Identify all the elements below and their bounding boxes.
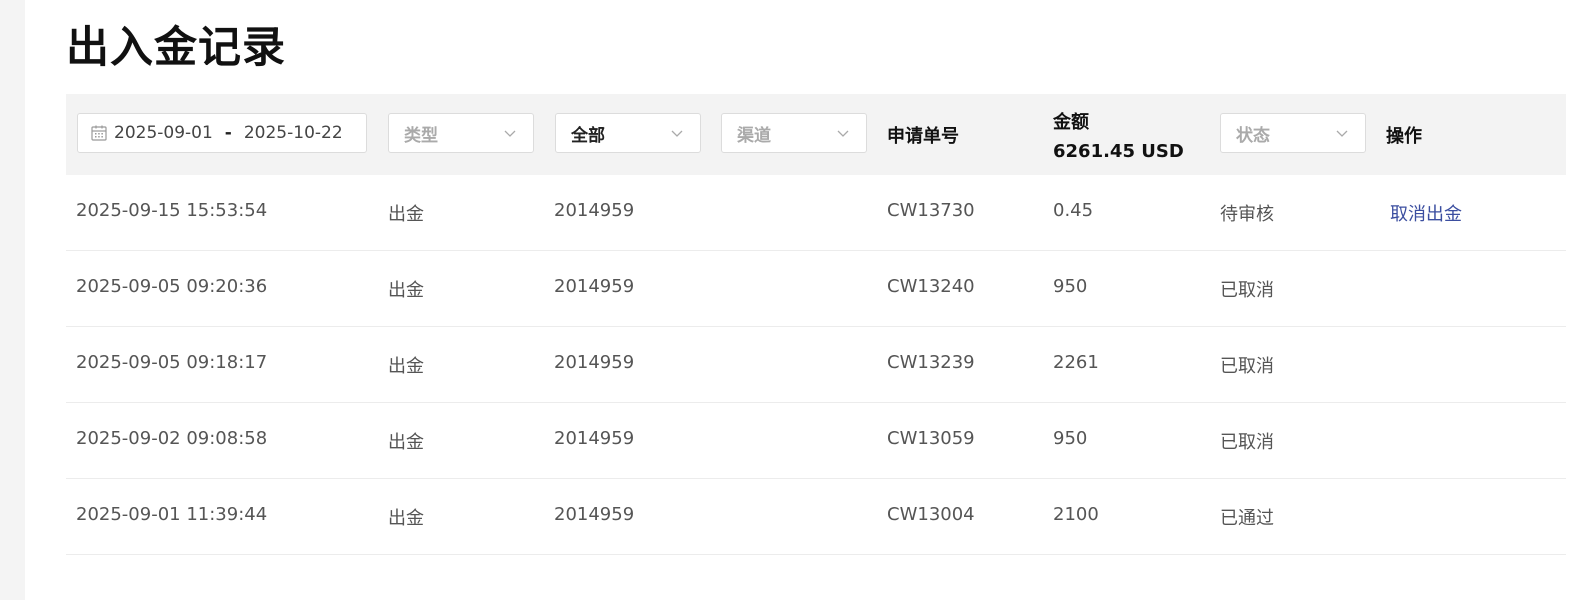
table-row: 2025-09-05 09:18:17 出金 2014959 CW13239 2…	[66, 327, 1566, 403]
cell-amount: 950	[1053, 428, 1088, 449]
amount-total: 6261.45 USD	[1053, 141, 1184, 162]
cell-status: 已通过	[1220, 508, 1274, 529]
type-select[interactable]: 类型	[388, 113, 534, 153]
cell-account: 2014959	[554, 276, 635, 297]
status-select-placeholder: 状态	[1236, 125, 1270, 146]
cell-status: 已取消	[1220, 280, 1274, 301]
status-select[interactable]: 状态	[1220, 113, 1366, 153]
cell-amount: 2261	[1053, 352, 1099, 373]
cell-type: 出金	[388, 432, 424, 453]
cell-order-no: CW13240	[887, 276, 975, 297]
cell-time: 2025-09-05 09:18:17	[76, 352, 268, 373]
cell-type: 出金	[388, 356, 424, 377]
cell-order-no: CW13730	[887, 200, 975, 221]
cell-type: 出金	[388, 508, 424, 529]
account-scope-value: 全部	[571, 125, 605, 146]
cell-type: 出金	[388, 204, 424, 225]
cell-status: 已取消	[1220, 432, 1274, 453]
records-table-body: 2025-09-15 15:53:54 出金 2014959 CW13730 0…	[66, 175, 1566, 555]
column-header-order-no: 申请单号	[887, 126, 959, 147]
channel-select-placeholder: 渠道	[737, 125, 771, 146]
cell-amount: 2100	[1053, 504, 1099, 525]
cell-account: 2014959	[554, 504, 635, 525]
cell-order-no: CW13004	[887, 504, 975, 525]
cell-order-no: CW13239	[887, 352, 975, 373]
date-separator: -	[224, 123, 232, 143]
table-header-filter-bar: 2025-09-01 - 2025-10-22 类型 全部 渠道 申请单号 金额…	[66, 94, 1566, 175]
cell-account: 2014959	[554, 428, 635, 449]
cell-amount: 950	[1053, 276, 1088, 297]
table-row: 2025-09-15 15:53:54 出金 2014959 CW13730 0…	[66, 175, 1566, 251]
amount-header-label: 金额	[1053, 112, 1089, 133]
chevron-down-icon	[1336, 130, 1348, 137]
account-scope-select[interactable]: 全部	[555, 113, 701, 153]
channel-select[interactable]: 渠道	[721, 113, 867, 153]
cell-time: 2025-09-05 09:20:36	[76, 276, 268, 297]
cell-account: 2014959	[554, 352, 635, 373]
cancel-withdrawal-link[interactable]: 取消出金	[1390, 200, 1462, 226]
cell-account: 2014959	[554, 200, 635, 221]
table-row: 2025-09-01 11:39:44 出金 2014959 CW13004 2…	[66, 479, 1566, 555]
chevron-down-icon	[671, 130, 683, 137]
type-select-placeholder: 类型	[404, 125, 438, 146]
table-row: 2025-09-02 09:08:58 出金 2014959 CW13059 9…	[66, 403, 1566, 479]
cell-order-no: CW13059	[887, 428, 975, 449]
column-header-amount: 金额 6261.45 USD	[1053, 108, 1184, 166]
date-end[interactable]: 2025-10-22	[244, 123, 343, 143]
chevron-down-icon	[504, 130, 516, 137]
cell-status: 已取消	[1220, 356, 1274, 377]
left-sidebar-edge	[0, 0, 25, 600]
cell-status: 待审核	[1220, 204, 1274, 225]
cell-time: 2025-09-01 11:39:44	[76, 504, 268, 525]
date-range-picker[interactable]: 2025-09-01 - 2025-10-22	[77, 113, 367, 153]
page-title: 出入金记录	[66, 23, 286, 73]
cell-time: 2025-09-15 15:53:54	[76, 200, 268, 221]
table-row: 2025-09-05 09:20:36 出金 2014959 CW13240 9…	[66, 251, 1566, 327]
column-header-action: 操作	[1386, 126, 1422, 147]
date-start[interactable]: 2025-09-01	[114, 123, 213, 143]
cell-time: 2025-09-02 09:08:58	[76, 428, 268, 449]
cell-amount: 0.45	[1053, 200, 1094, 221]
calendar-icon	[91, 125, 107, 141]
cell-type: 出金	[388, 280, 424, 301]
chevron-down-icon	[837, 130, 849, 137]
